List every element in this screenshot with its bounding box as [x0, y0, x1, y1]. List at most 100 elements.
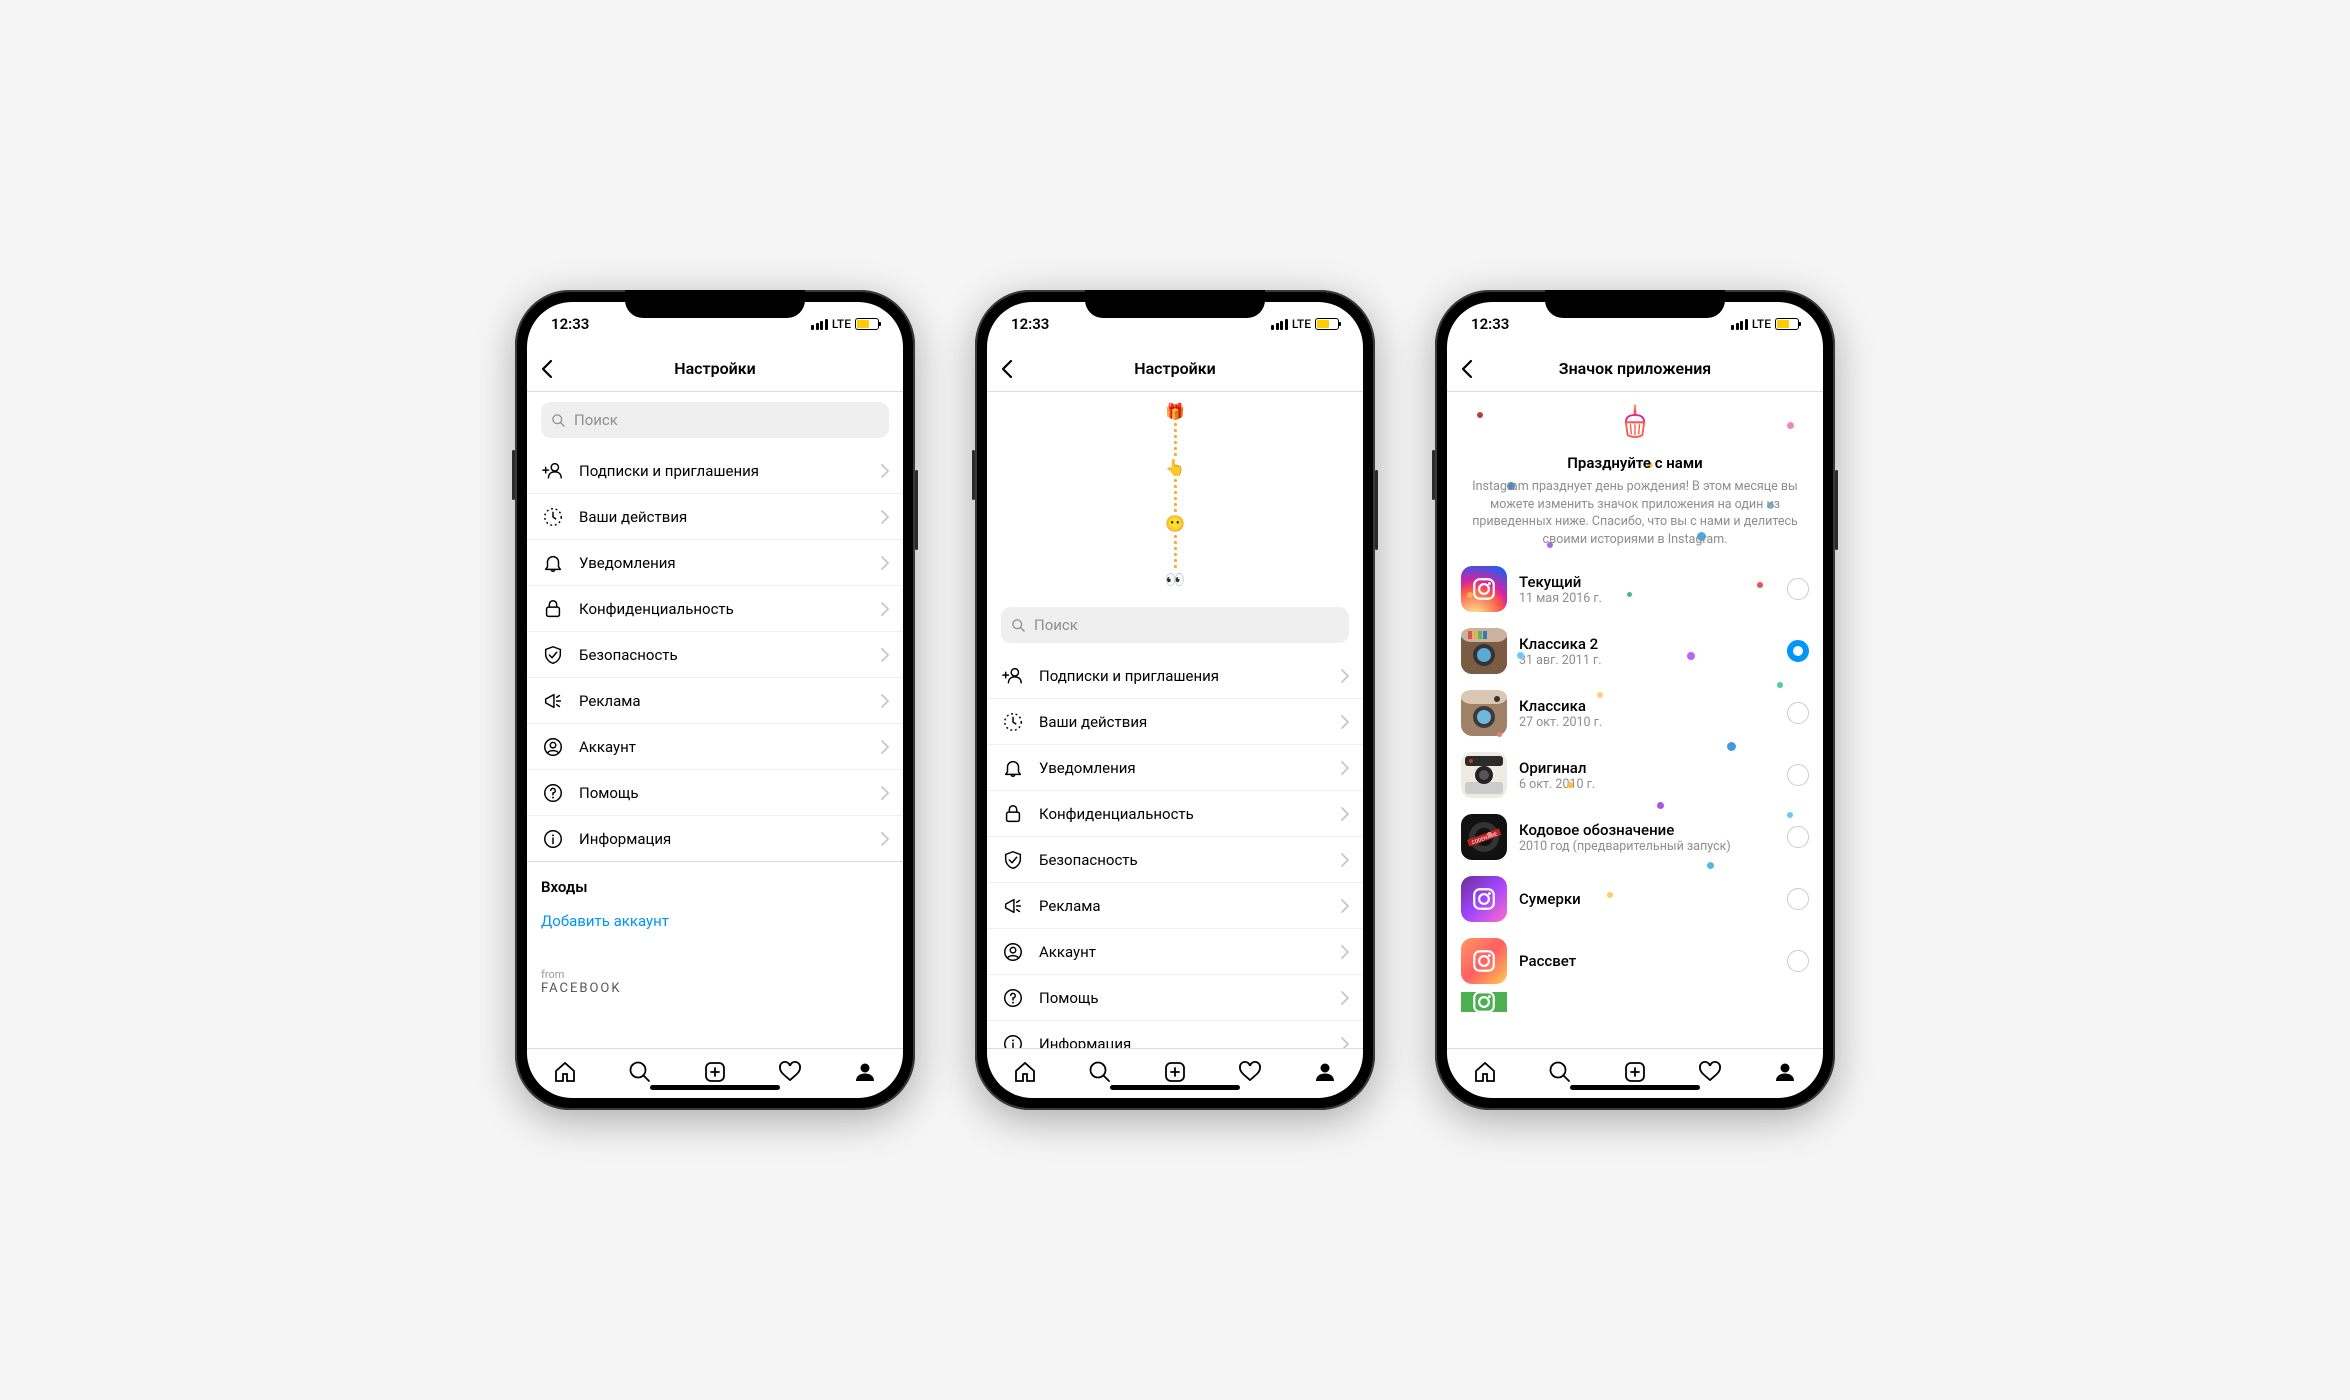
app-icon-thumb [1461, 938, 1507, 984]
icon-option-sunrise[interactable]: Рассвет [1447, 930, 1823, 992]
nav-add-icon[interactable] [1623, 1060, 1647, 1084]
nav-profile-icon[interactable] [853, 1060, 877, 1084]
back-icon[interactable] [1001, 359, 1013, 379]
settings-row-security[interactable]: Безопасность [987, 837, 1363, 883]
settings-row-account[interactable]: Аккаунт [527, 724, 903, 770]
settings-row-your-activity[interactable]: Ваши действия [527, 494, 903, 540]
screen-settings-emoji: 12:33 LTE Настройки 🎁👆😶👀 Поиск Подписки … [987, 302, 1363, 1098]
notifications-icon [1001, 757, 1025, 779]
notch [625, 290, 805, 318]
header: Настройки [527, 346, 903, 392]
icon-option-original[interactable]: Оригинал6 окт. 2010 г. [1447, 744, 1823, 806]
icon-option-classic2[interactable]: Классика 231 авг. 2011 г. [1447, 620, 1823, 682]
screen-app-icon: 12:33 LTE Значок приложения [1447, 302, 1823, 1098]
settings-row-ads[interactable]: Реклама [527, 678, 903, 724]
chevron-right-icon [881, 602, 889, 616]
nav-add-icon[interactable] [703, 1060, 727, 1084]
back-icon[interactable] [1461, 359, 1473, 379]
settings-row-about[interactable]: Информация [527, 816, 903, 862]
icon-option-current[interactable]: Текущий11 мая 2016 г. [1447, 558, 1823, 620]
help-icon [541, 782, 565, 804]
chevron-right-icon [1341, 899, 1349, 913]
app-icon-thumb [1461, 566, 1507, 612]
nav-home-icon[interactable] [1013, 1060, 1037, 1084]
icon-option-text: Текущий11 мая 2016 г. [1519, 573, 1775, 606]
nav-search-icon[interactable] [1548, 1060, 1572, 1084]
chevron-right-icon [1341, 945, 1349, 959]
status-time: 12:33 [1011, 315, 1049, 333]
account-icon [541, 736, 565, 758]
settings-row-notifications[interactable]: Уведомления [527, 540, 903, 586]
home-indicator[interactable] [1570, 1085, 1700, 1090]
icon-option-title: Классика 2 [1519, 635, 1775, 653]
settings-row-security[interactable]: Безопасность [527, 632, 903, 678]
search-icon [1011, 618, 1026, 633]
content: 🎁👆😶👀 Поиск Подписки и приглашенияВаши де… [987, 392, 1363, 1048]
trail-dots [1174, 423, 1177, 456]
signal-icon [1271, 319, 1288, 330]
celebrate-header: Празднуйте с нами Instagram празднует де… [1447, 392, 1823, 558]
settings-row-notifications[interactable]: Уведомления [987, 745, 1363, 791]
account-icon [1001, 941, 1025, 963]
add-account-link[interactable]: Добавить аккаунт [527, 904, 903, 938]
nav-add-icon[interactable] [1163, 1060, 1187, 1084]
settings-row-your-activity[interactable]: Ваши действия [987, 699, 1363, 745]
icon-option-subtitle: 6 окт. 2010 г. [1519, 777, 1775, 792]
settings-row-privacy[interactable]: Конфиденциальность [987, 791, 1363, 837]
about-icon [1001, 1033, 1025, 1049]
settings-row-privacy[interactable]: Конфиденциальность [527, 586, 903, 632]
nav-heart-icon[interactable] [1698, 1060, 1722, 1084]
nav-home-icon[interactable] [1473, 1060, 1497, 1084]
home-indicator[interactable] [1110, 1085, 1240, 1090]
settings-row-about[interactable]: Информация [987, 1021, 1363, 1048]
settings-row-follow-invite[interactable]: Подписки и приглашения [987, 653, 1363, 699]
radio-unselected[interactable] [1787, 950, 1809, 972]
row-label: Реклама [579, 692, 867, 710]
signal-icon [811, 319, 828, 330]
nav-heart-icon[interactable] [778, 1060, 802, 1084]
radio-unselected[interactable] [1787, 888, 1809, 910]
radio-selected[interactable] [1787, 640, 1809, 662]
row-label: Ваши действия [579, 508, 867, 526]
nav-heart-icon[interactable] [1238, 1060, 1262, 1084]
settings-row-account[interactable]: Аккаунт [987, 929, 1363, 975]
nav-home-icon[interactable] [553, 1060, 577, 1084]
confetti-dot [1467, 592, 1473, 598]
back-icon[interactable] [541, 359, 553, 379]
emoji-trail: 🎁👆😶👀 [987, 392, 1363, 597]
bottom-nav [527, 1048, 903, 1098]
radio-unselected[interactable] [1787, 826, 1809, 848]
nav-search-icon[interactable] [1088, 1060, 1112, 1084]
nav-profile-icon[interactable] [1773, 1060, 1797, 1084]
settings-row-ads[interactable]: Реклама [987, 883, 1363, 929]
settings-row-help[interactable]: Помощь [987, 975, 1363, 1021]
radio-unselected[interactable] [1787, 702, 1809, 724]
radio-unselected[interactable] [1787, 764, 1809, 786]
search-input[interactable]: Поиск [541, 402, 889, 438]
home-indicator[interactable] [650, 1085, 780, 1090]
app-icon-thumb [1461, 876, 1507, 922]
nav-search-icon[interactable] [628, 1060, 652, 1084]
icon-option-codename[interactable]: CODENAMEКодовое обозначение2010 год (пре… [1447, 806, 1823, 868]
nav-profile-icon[interactable] [1313, 1060, 1337, 1084]
icon-option-title: Классика [1519, 697, 1775, 715]
icon-option-classic[interactable]: Классика27 окт. 2010 г. [1447, 682, 1823, 744]
privacy-icon [1001, 803, 1025, 825]
row-label: Информация [1039, 1035, 1327, 1049]
security-icon [1001, 849, 1025, 871]
radio-unselected[interactable] [1787, 578, 1809, 600]
chevron-right-icon [881, 740, 889, 754]
phone-frame-3: 12:33 LTE Значок приложения [1435, 290, 1835, 1110]
search-input[interactable]: Поиск [1001, 607, 1349, 643]
icon-option-text: Классика27 окт. 2010 г. [1519, 697, 1775, 730]
cupcake-icon [1613, 404, 1657, 448]
settings-row-help[interactable]: Помощь [527, 770, 903, 816]
settings-row-follow-invite[interactable]: Подписки и приглашения [527, 448, 903, 494]
header-title: Настройки [674, 359, 756, 378]
chevron-right-icon [881, 464, 889, 478]
app-icon-thumb [1461, 690, 1507, 736]
chevron-right-icon [881, 648, 889, 662]
icon-option-twilight[interactable]: Сумерки [1447, 868, 1823, 930]
chevron-right-icon [1341, 991, 1349, 1005]
help-icon [1001, 987, 1025, 1009]
